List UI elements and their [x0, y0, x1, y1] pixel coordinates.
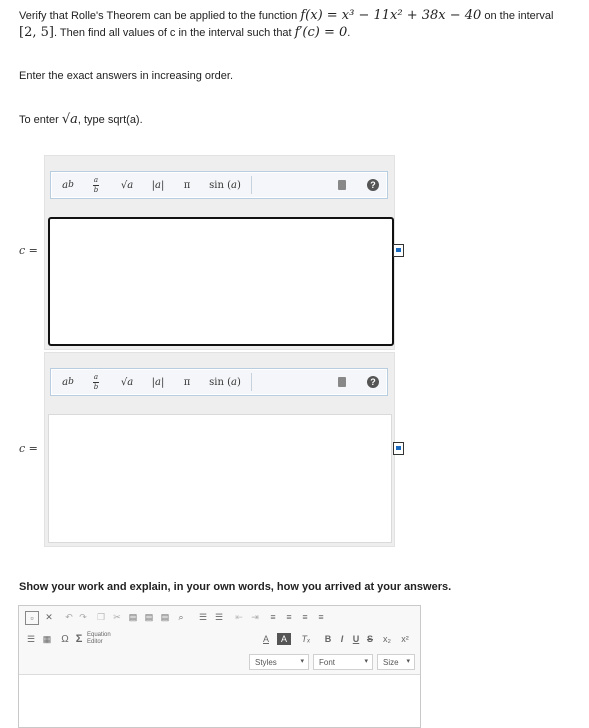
abs-button[interactable]: | a | — [147, 371, 169, 393]
answer-label-1: c = — [19, 244, 38, 257]
answer-label-2: c = — [19, 442, 38, 455]
pi-button[interactable]: π — [179, 371, 195, 393]
indent-icon[interactable]: ⇥ — [249, 611, 261, 623]
period: . — [347, 27, 351, 39]
fraction-button[interactable]: ab — [87, 174, 105, 196]
trash-icon[interactable] — [335, 174, 349, 196]
subscript-button[interactable]: x₂ — [381, 633, 393, 645]
abs-button[interactable]: | a | — [147, 174, 169, 196]
sin-button[interactable]: sin (a) — [205, 174, 245, 196]
problem-statement: Verify that Rolle's Theorem can be appli… — [19, 8, 584, 24]
editor-toolbar: ▫ ✕ ↶ ↷ ❐ ✂ ▤ ▤ ▤ ⌕ ☰ ☰ ⇤ ⇥ ≡ ≡ ≡ ≡ ☰ ▦ … — [19, 606, 420, 675]
search-icon[interactable]: ⌕ — [175, 611, 187, 623]
equation-editor-button[interactable]: Equation Editor — [87, 632, 117, 646]
align-right-icon[interactable]: ≡ — [299, 611, 311, 623]
size-dropdown[interactable]: Size ▾ — [377, 654, 415, 670]
paste-icon[interactable]: ▤ — [127, 611, 139, 623]
trash-icon[interactable] — [335, 371, 349, 393]
superscript-button[interactable]: x² — [399, 633, 411, 645]
font-dropdown[interactable]: Font ▾ — [313, 654, 373, 670]
preview-icon[interactable] — [393, 442, 404, 455]
interval-text: on the interval — [484, 10, 554, 22]
help-icon[interactable]: ? — [365, 371, 381, 393]
fraction-button[interactable]: ab — [87, 371, 105, 393]
copy-icon[interactable]: ❐ — [95, 611, 107, 623]
maximize-icon[interactable]: ✕ — [43, 611, 55, 623]
sqrt-symbol: √a — [61, 112, 78, 127]
preview-icon[interactable] — [393, 244, 404, 257]
strike-button[interactable]: S — [365, 633, 375, 645]
problem-line-2: [2, 5]. Then find all values of c in the… — [19, 25, 584, 41]
styles-dropdown[interactable]: Styles ▾ — [249, 654, 309, 670]
condition-expression: f′(c) = 0 — [294, 25, 348, 40]
paste-word-icon[interactable]: ▤ — [159, 611, 171, 623]
sin-button[interactable]: sin (a) — [205, 371, 245, 393]
toolbar-separator — [251, 373, 252, 391]
power-button[interactable]: ab — [57, 371, 79, 393]
help-icon[interactable]: ? — [365, 174, 381, 196]
align-left-icon[interactable]: ≡ — [267, 611, 279, 623]
undo-icon[interactable]: ↶ — [63, 611, 75, 623]
work-prompt: Show your work and explain, in your own … — [19, 581, 452, 593]
work-text-area[interactable] — [19, 675, 420, 727]
cut-icon[interactable]: ✂ — [111, 611, 123, 623]
work-editor: ▫ ✕ ↶ ↷ ❐ ✂ ▤ ▤ ▤ ⌕ ☰ ☰ ⇤ ⇥ ≡ ≡ ≡ ≡ ☰ ▦ … — [18, 605, 421, 728]
sqrt-button[interactable]: √ a — [115, 174, 139, 196]
pi-button[interactable]: π — [179, 174, 195, 196]
sqrt-prefix: To enter — [19, 114, 59, 126]
source-icon[interactable]: ▫ — [25, 611, 39, 625]
answer-input-2[interactable] — [48, 414, 392, 543]
redo-icon[interactable]: ↷ — [77, 611, 89, 623]
remove-format-icon[interactable]: Tₓ — [299, 633, 313, 645]
function-expression: f(x) = x³ − 11x² + 38x − 40 — [300, 8, 482, 23]
table-icon[interactable]: ▦ — [41, 633, 53, 645]
italic-button[interactable]: I — [337, 633, 347, 645]
chevron-down-icon: ▾ — [364, 658, 368, 665]
outdent-icon[interactable]: ⇤ — [233, 611, 245, 623]
numbered-list-icon[interactable]: ☰ — [197, 611, 209, 623]
underline-button[interactable]: U — [351, 633, 361, 645]
sqrt-instruction: To enter √a, type sqrt(a). — [19, 112, 143, 128]
text-color-icon[interactable]: A — [259, 633, 273, 645]
order-instruction: Enter the exact answers in increasing or… — [19, 70, 234, 82]
sigma-icon[interactable]: Σ — [73, 633, 85, 645]
align-center-icon[interactable]: ≡ — [283, 611, 295, 623]
omega-icon[interactable]: Ω — [59, 633, 71, 645]
font-label: Font — [319, 657, 336, 667]
bold-button[interactable]: B — [323, 633, 333, 645]
then-text: . Then find all values of c in the inter… — [53, 27, 292, 39]
answer-input-1[interactable] — [48, 217, 394, 346]
math-toolbar-2: ab ab √ a | a | π sin (a) ? — [50, 368, 388, 396]
problem-prefix: Verify that Rolle's Theorem can be appli… — [19, 10, 298, 22]
align-justify-icon[interactable]: ≡ — [315, 611, 327, 623]
math-toolbar-panel-1: ab ab √ a | a | π sin (a) ? — [44, 155, 395, 350]
toolbar-separator — [251, 176, 252, 194]
background-color-icon[interactable]: A — [277, 633, 291, 645]
bulleted-list-icon[interactable]: ☰ — [213, 611, 225, 623]
chevron-down-icon: ▾ — [300, 658, 304, 665]
styles-label: Styles — [255, 657, 277, 667]
math-toolbar-panel-2: ab ab √ a | a | π sin (a) ? — [44, 352, 395, 547]
horizontal-line-icon[interactable]: ☰ — [25, 633, 37, 645]
chevron-down-icon: ▾ — [406, 658, 410, 665]
sqrt-suffix: , type sqrt(a). — [77, 114, 143, 126]
size-label: Size — [383, 657, 399, 667]
power-button[interactable]: ab — [57, 174, 79, 196]
interval-value: [2, 5] — [19, 25, 54, 40]
math-toolbar-1: ab ab √ a | a | π sin (a) ? — [50, 171, 388, 199]
paste-text-icon[interactable]: ▤ — [143, 611, 155, 623]
sqrt-button[interactable]: √ a — [115, 371, 139, 393]
